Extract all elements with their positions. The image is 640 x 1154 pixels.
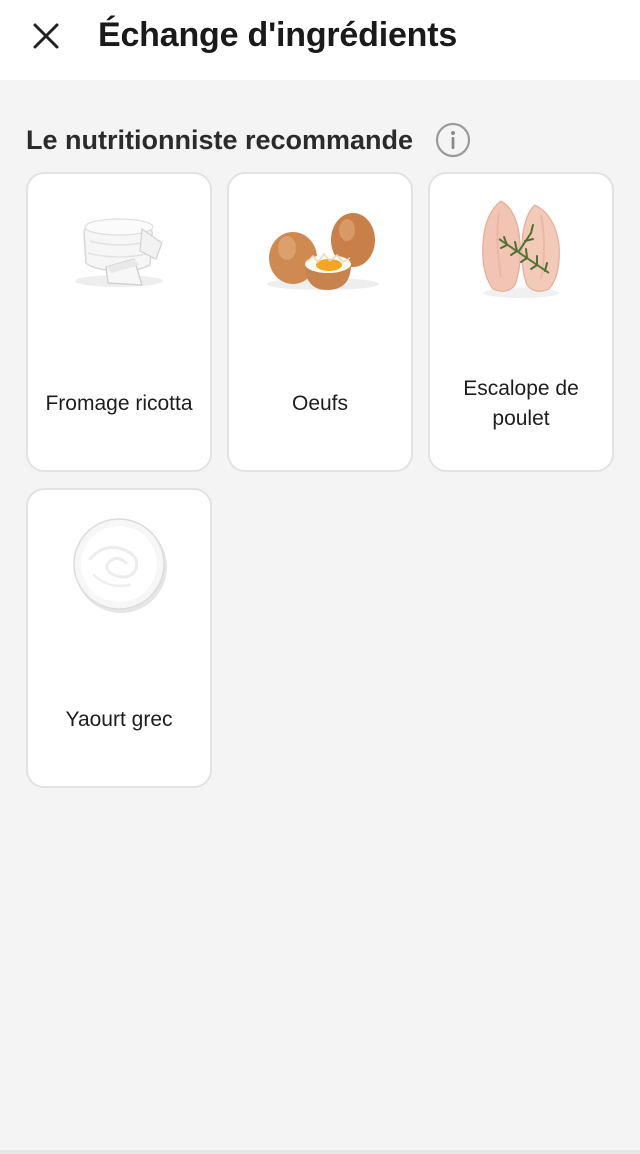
ingredient-label: Escalope de poulet — [463, 377, 579, 430]
info-button[interactable] — [435, 122, 471, 158]
ingredient-label: Oeufs — [291, 392, 349, 415]
bottom-divider — [0, 1150, 640, 1154]
ingredient-card-ricotta[interactable]: Fromage ricotta — [26, 172, 212, 472]
ricotta-cheese-image — [28, 174, 210, 322]
ingredient-card-chicken[interactable]: Escalope de poulet — [428, 172, 614, 472]
page-title: Échange d'ingrédients — [98, 16, 458, 54]
ingredient-label: Yaourt grec — [65, 708, 173, 731]
info-icon — [435, 122, 471, 158]
ingredient-card-greek-yogurt[interactable]: Yaourt grec — [26, 488, 212, 788]
top-bar: Échange d'ingrédients — [0, 0, 640, 80]
section-header: Le nutritionniste recommande — [26, 120, 616, 160]
chicken-breast-image — [430, 174, 612, 322]
ingredient-label: Fromage ricotta — [45, 392, 193, 415]
greek-yogurt-image — [28, 490, 210, 638]
ingredient-card-eggs[interactable]: Oeufs — [227, 172, 413, 472]
close-button[interactable] — [28, 18, 64, 54]
eggs-image — [229, 174, 411, 322]
section-title: Le nutritionniste recommande — [26, 124, 414, 155]
close-icon — [33, 23, 59, 49]
